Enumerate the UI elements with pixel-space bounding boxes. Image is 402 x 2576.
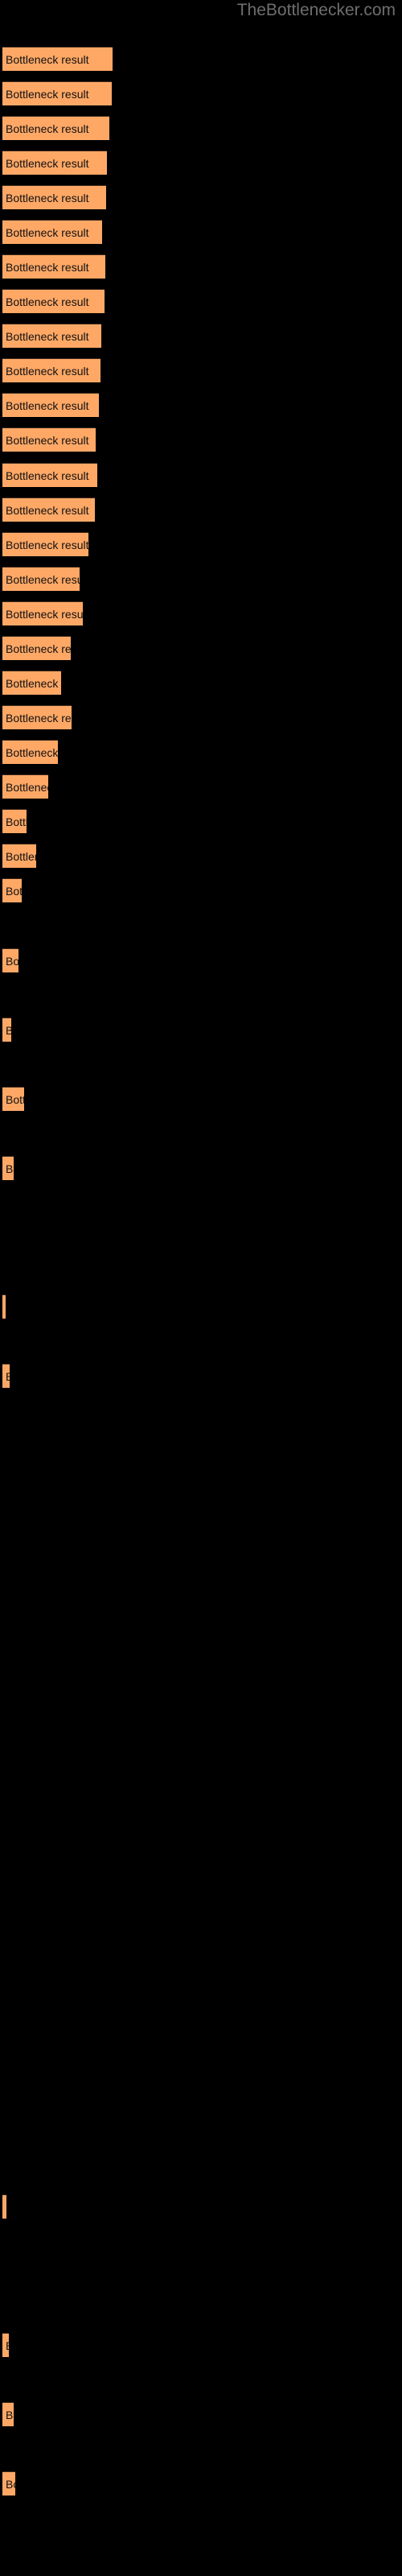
bar-label: Bottleneck result: [6, 398, 89, 412]
bar-label: Bottleneck result: [6, 1024, 11, 1037]
bar-bottleneck-result[interactable]: Bottleneck result: [2, 1294, 6, 1319]
bar-label: Bottleneck result: [6, 572, 80, 586]
bar-bottleneck-result[interactable]: Bottleneck result: [2, 1087, 24, 1111]
bar-label: Bottleneck result: [6, 849, 36, 863]
bar-label: Bottleneck result: [6, 87, 89, 101]
bar-label: Bottleneck result: [6, 815, 27, 828]
bar-label: Bottleneck result: [6, 156, 89, 170]
bar-bottleneck-result[interactable]: Bottleneck result: [2, 844, 36, 868]
bar-bottleneck-result[interactable]: Bottleneck result: [2, 81, 112, 105]
bar-bottleneck-result[interactable]: Bottleneck result: [2, 116, 109, 140]
bar-bottleneck-result[interactable]: Bottleneck result: [2, 2471, 15, 2496]
bar-label: Bottleneck result: [6, 122, 89, 135]
bar-label: Bottleneck result: [6, 191, 89, 204]
bar-bottleneck-result[interactable]: Bottleneck result: [2, 1156, 14, 1180]
bar-label: Bottleneck result: [6, 954, 18, 968]
bar-bottleneck-result[interactable]: Bottleneck result: [2, 1018, 11, 1042]
bar-bottleneck-result[interactable]: Bottleneck result: [2, 948, 18, 972]
bar-bottleneck-result[interactable]: Bottleneck result: [2, 567, 80, 591]
bar-label: Bottleneck result: [6, 469, 89, 482]
bar-bottleneck-result[interactable]: Bottleneck result: [2, 705, 72, 729]
bar-bottleneck-result[interactable]: Bottleneck result: [2, 671, 61, 695]
bar-label: Bottleneck result: [6, 225, 89, 239]
bar-bottleneck-result[interactable]: Bottleneck result: [2, 324, 101, 348]
bar-bottleneck-result[interactable]: Bottleneck result: [2, 463, 97, 487]
bottleneck-chart-page: TheBottlenecker.com Bottleneck result Bot…: [0, 0, 402, 2576]
bar-bottleneck-result[interactable]: Bottleneck result: [2, 358, 100, 382]
bar-bottleneck-result[interactable]: Bottleneck result: [2, 1364, 10, 1388]
bar-label: Bottleneck result: [6, 260, 89, 274]
bar-label: Bottleneck result: [6, 1092, 24, 1106]
bar-bottleneck-result[interactable]: Bottleneck result: [2, 289, 105, 313]
bar-label: Bottleneck result: [6, 295, 89, 308]
bar-bottleneck-result[interactable]: Bottleneck result: [2, 774, 48, 799]
bar-bottleneck-result[interactable]: Bottleneck result: [2, 254, 105, 279]
bar-label: Bottleneck result: [6, 2408, 14, 2421]
bar-label: Bottleneck result: [6, 503, 89, 517]
bar-bottleneck-result[interactable]: Bottleneck result: [2, 427, 96, 452]
bar-label: Bottleneck result: [6, 433, 89, 447]
bar-bottleneck-result[interactable]: Bottleneck result: [2, 532, 88, 556]
bar-label: Bottleneck result: [6, 364, 89, 378]
bar-label: Bottleneck result: [6, 780, 48, 794]
bar-label: Bottleneck result: [6, 711, 72, 724]
bar-label: Bottleneck result: [6, 884, 22, 898]
bar-bottleneck-result[interactable]: Bottleneck result: [2, 740, 58, 764]
bar-bottleneck-result[interactable]: Bottleneck result: [2, 601, 83, 625]
bar-bottleneck-result[interactable]: Bottleneck result: [2, 151, 107, 175]
bar-bottleneck-result[interactable]: Bottleneck result: [2, 47, 113, 71]
bar-chart: Bottleneck result Bottleneck result Bottle…: [0, 0, 402, 2576]
bar-bottleneck-result[interactable]: Bottleneck result: [2, 497, 95, 522]
bar-bottleneck-result[interactable]: Bottleneck result: [2, 636, 71, 660]
bar-label: Bottleneck result: [6, 607, 83, 621]
bar-bottleneck-result[interactable]: Bottleneck result: [2, 878, 22, 902]
bar-bottleneck-result[interactable]: Bottleneck result: [2, 393, 99, 417]
bar-bottleneck-result[interactable]: Bottleneck result: [2, 2194, 6, 2219]
bar-label: Bottleneck result: [6, 1162, 14, 1175]
bar-label: Bottleneck result: [6, 1370, 10, 1383]
bar-label: Bottleneck result: [6, 745, 58, 759]
bar-label: Bottleneck result: [6, 2477, 15, 2491]
bar-bottleneck-result[interactable]: Bottleneck result: [2, 185, 106, 209]
bar-label: Bottleneck result: [6, 52, 89, 66]
bar-bottleneck-result[interactable]: Bottleneck result: [2, 809, 27, 833]
bar-label: Bottleneck result: [6, 642, 71, 655]
bar-label: Bottleneck result: [6, 538, 88, 551]
bar-label: Bottleneck result: [6, 329, 89, 343]
bar-label: Bottleneck result: [6, 2339, 9, 2352]
bar-bottleneck-result[interactable]: Bottleneck result: [2, 2333, 9, 2357]
bar-bottleneck-result[interactable]: Bottleneck result: [2, 220, 102, 244]
bar-bottleneck-result[interactable]: Bottleneck result: [2, 2402, 14, 2426]
bar-label: Bottleneck result: [6, 676, 61, 690]
